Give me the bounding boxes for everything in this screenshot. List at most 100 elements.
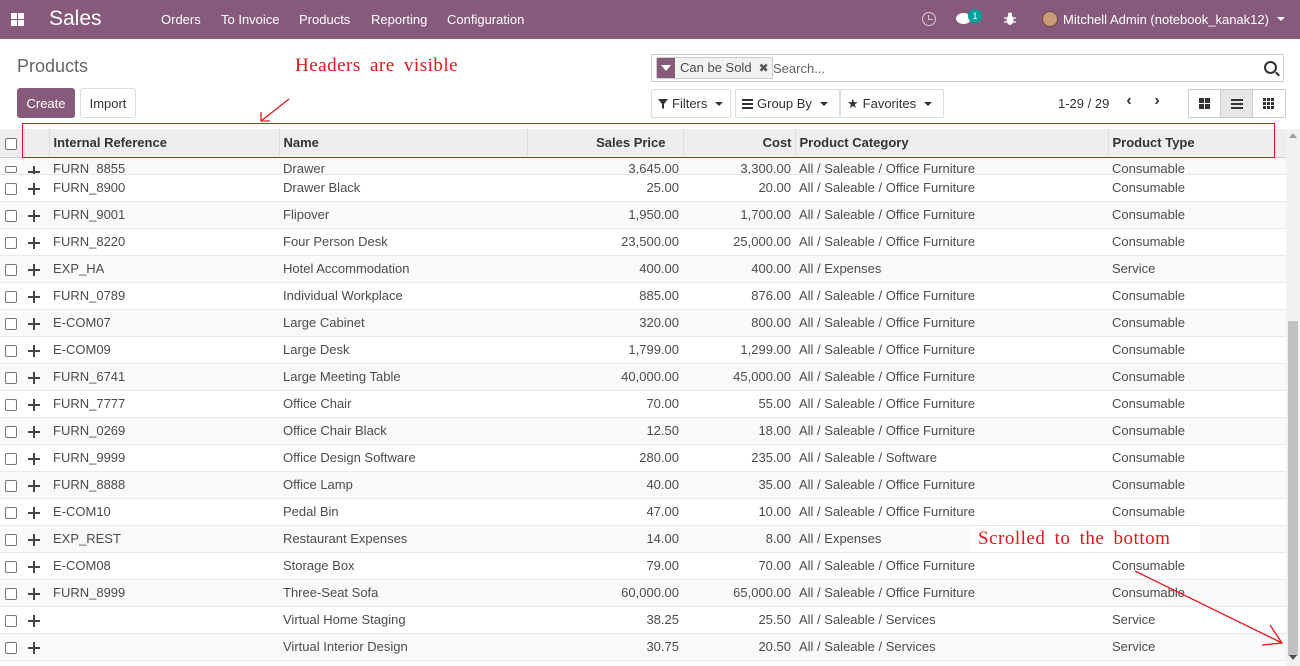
table-row[interactable]: FURN_9999 Office Design Software 280.00 235… <box>0 444 1286 471</box>
row-checkbox[interactable] <box>5 533 17 546</box>
table-row[interactable]: FURN_8900 Drawer Black 25.00 20.00 All / Sal… <box>0 174 1286 201</box>
drag-handle-icon[interactable] <box>28 165 40 174</box>
table-row[interactable]: EXP_HA Hotel Accommodation 400.00 400.00 All… <box>0 255 1286 282</box>
row-checkbox[interactable] <box>5 236 17 249</box>
drag-handle-icon[interactable] <box>28 479 40 492</box>
drag-handle-icon[interactable] <box>28 344 40 357</box>
drag-handle-icon[interactable] <box>28 587 40 600</box>
cell-name: Large Meeting Table <box>283 369 401 384</box>
drag-handle-icon[interactable] <box>28 560 40 573</box>
apps-menu-icon[interactable] <box>11 13 24 26</box>
cell-sales-price: 70.00 <box>646 396 679 411</box>
table-row[interactable]: E-COM07 Large Cabinet 320.00 800.00 All / Sa… <box>0 309 1286 336</box>
row-checkbox[interactable] <box>5 344 17 357</box>
table-row[interactable]: E-COM09 Large Desk 1,799.00 1,299.00 All / S… <box>0 336 1286 363</box>
row-checkbox[interactable] <box>5 506 17 519</box>
row-checkbox[interactable] <box>5 398 17 411</box>
row-checkbox[interactable] <box>5 182 17 195</box>
table-row[interactable]: FURN_7777 Office Chair 70.00 55.00 All / Sal… <box>0 390 1286 417</box>
table-row[interactable]: FURN_6741 Large Meeting Table 40,000.00 45,… <box>0 363 1286 390</box>
user-menu[interactable]: Mitchell Admin (notebook_kanak12) <box>1063 12 1269 27</box>
pager-previous-button[interactable]: ‹ <box>1120 93 1138 111</box>
row-checkbox[interactable] <box>5 209 17 222</box>
table-row[interactable]: FURN_8855 Drawer 3,645.00 3,300.00 All /… <box>0 157 1286 174</box>
row-checkbox[interactable] <box>5 317 17 330</box>
table-row[interactable]: Virtual Home Staging 38.25 25.50 All / Sale… <box>0 606 1286 633</box>
search-input[interactable] <box>771 59 1251 78</box>
activity-clock-icon[interactable] <box>922 12 936 26</box>
table-row[interactable]: FURN_8220 Four Person Desk 23,500.00 25,000… <box>0 228 1286 255</box>
row-checkbox[interactable] <box>5 263 17 276</box>
drag-handle-icon[interactable] <box>28 533 40 546</box>
vertical-scrollbar[interactable] <box>1286 129 1300 666</box>
row-checkbox[interactable] <box>5 479 17 492</box>
import-button[interactable]: Import <box>80 88 136 118</box>
drag-handle-icon[interactable] <box>28 263 40 276</box>
facet-remove-icon[interactable]: ✖ <box>756 58 772 78</box>
list-view-button[interactable] <box>1221 90 1253 117</box>
favorites-dropdown[interactable]: ★ Favorites <box>840 89 944 118</box>
row-checkbox[interactable] <box>5 165 17 173</box>
drag-handle-icon[interactable] <box>28 398 40 411</box>
cell-cost: 65,000.00 <box>733 585 791 600</box>
cell-sales-price: 79.00 <box>646 558 679 573</box>
debug-bug-icon[interactable] <box>1004 12 1016 26</box>
cell-cost: 70.00 <box>758 558 791 573</box>
drag-handle-icon[interactable] <box>28 425 40 438</box>
row-checkbox[interactable] <box>5 425 17 438</box>
table-row[interactable]: Virtual Interior Design 30.75 20.50 All / S… <box>0 633 1286 660</box>
row-checkbox[interactable] <box>5 641 17 654</box>
drag-handle-icon[interactable] <box>28 641 40 654</box>
menu-configuration[interactable]: Configuration <box>447 12 524 27</box>
drag-handle-icon[interactable] <box>28 506 40 519</box>
drag-handle-icon[interactable] <box>28 236 40 249</box>
table-row[interactable]: FURN_8888 Office Lamp 40.00 35.00 All / Sale… <box>0 471 1286 498</box>
select-all-cell <box>0 129 25 158</box>
row-checkbox[interactable] <box>5 560 17 573</box>
search-icon[interactable] <box>1264 61 1277 74</box>
row-checkbox[interactable] <box>5 371 17 384</box>
cell-product-type: Consumable <box>1112 180 1185 195</box>
pager-value[interactable]: 1-29 / 29 <box>1058 96 1109 111</box>
scrollbar-thumb[interactable] <box>1288 321 1298 656</box>
row-checkbox[interactable] <box>5 587 17 600</box>
user-avatar[interactable] <box>1042 11 1058 27</box>
menu-reporting[interactable]: Reporting <box>371 12 427 27</box>
cell-product-category: All / Saleable / Services <box>799 612 936 627</box>
row-checkbox[interactable] <box>5 290 17 303</box>
drag-handle-icon[interactable] <box>28 452 40 465</box>
table-row[interactable]: E-COM10 Pedal Bin 47.00 10.00 All / Saleable… <box>0 498 1286 525</box>
drag-handle-icon[interactable] <box>28 371 40 384</box>
cell-product-category: All / Saleable / Office Furniture <box>799 342 976 357</box>
pager-next-button[interactable]: › <box>1148 93 1166 111</box>
user-menu-caret-icon[interactable] <box>1277 17 1285 21</box>
row-checkbox[interactable] <box>5 452 17 465</box>
drag-handle-icon[interactable] <box>28 209 40 222</box>
menu-products[interactable]: Products <box>299 12 350 27</box>
table-row[interactable]: FURN_0269 Office Chair Black 12.50 18.00 All… <box>0 417 1286 444</box>
kanban-view-button[interactable] <box>1189 90 1221 117</box>
select-all-checkbox[interactable] <box>5 137 17 150</box>
table-row[interactable]: FURN_0789 Individual Workplace 885.00 876.0… <box>0 282 1286 309</box>
drag-handle-icon[interactable] <box>28 614 40 627</box>
create-button[interactable]: Create <box>17 88 75 118</box>
pivot-view-button[interactable] <box>1253 90 1285 117</box>
drag-handle-icon[interactable] <box>28 290 40 303</box>
scroll-down-arrow-icon[interactable] <box>1289 655 1297 660</box>
scroll-up-arrow-icon[interactable] <box>1289 133 1297 138</box>
table-row[interactable]: FURN_9001 Flipover 1,950.00 1,700.00 All / S… <box>0 201 1286 228</box>
drag-handle-icon[interactable] <box>28 317 40 330</box>
group-by-dropdown[interactable]: Group By <box>735 89 840 118</box>
cell-product-category: All / Saleable / Office Furniture <box>799 180 976 195</box>
menu-to-invoice[interactable]: To Invoice <box>221 12 280 27</box>
drag-handle-icon[interactable] <box>28 182 40 195</box>
row-checkbox[interactable] <box>5 614 17 627</box>
cell-product-type: Consumable <box>1112 315 1185 330</box>
cell-internal-reference: E-COM09 <box>53 342 111 357</box>
menu-orders[interactable]: Orders <box>161 12 201 27</box>
cell-product-category: All / Saleable / Software <box>799 450 938 465</box>
cell-cost: 800.00 <box>751 315 791 330</box>
table-row[interactable]: FURN_8999 Three-Seat Sofa 60,000.00 65,000.… <box>0 579 1286 606</box>
filters-dropdown[interactable]: Filters <box>651 89 731 118</box>
table-row[interactable]: E-COM08 Storage Box 79.00 70.00 All / Saleab… <box>0 552 1286 579</box>
